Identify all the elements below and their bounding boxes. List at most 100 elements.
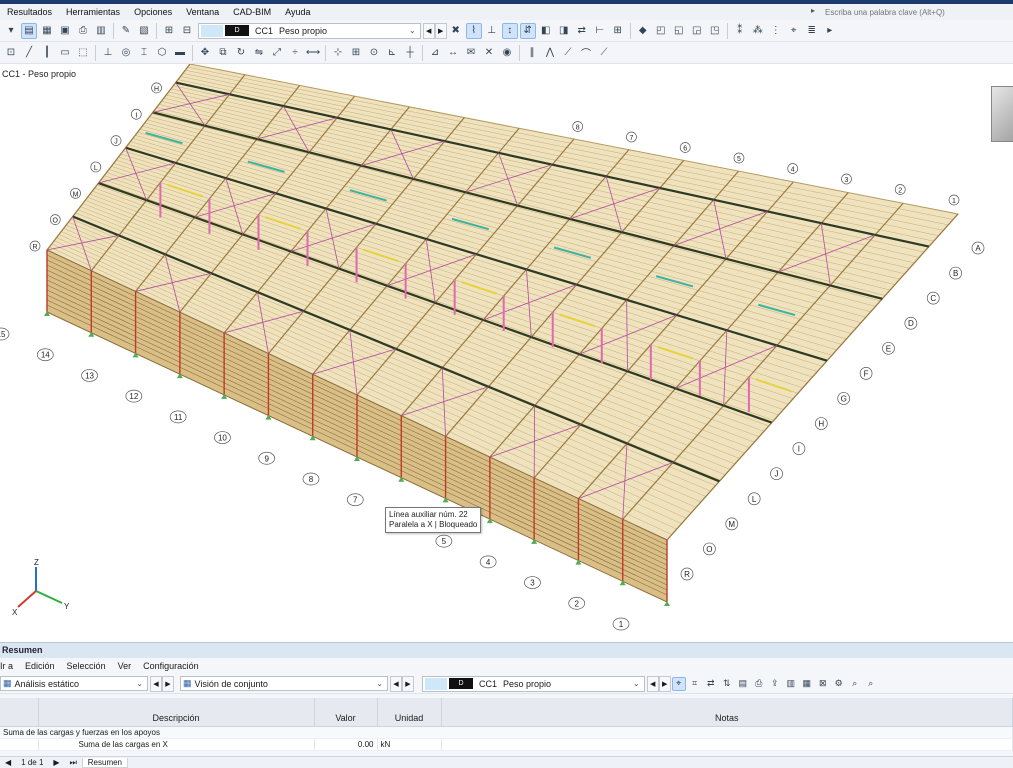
table-view-icon[interactable]: ▤ [736,677,750,691]
panel-menu-edit[interactable]: Edición [19,661,61,671]
ortho-icon[interactable]: ⊾ [384,45,400,61]
delete-icon[interactable]: ✕ [481,45,497,61]
load-wizard-icon[interactable]: ⊞ [161,23,177,39]
chevron-down-icon[interactable]: ⌄ [405,26,420,35]
results-icon[interactable]: ✖ [448,23,464,39]
top-view-icon[interactable]: ◳ [707,23,723,39]
object-snap-icon[interactable]: ⊙ [366,45,382,61]
col-header-unit[interactable]: Unidad [377,698,442,727]
col-header-description[interactable]: Descripción [38,698,315,727]
solid-tool-icon[interactable]: ⬚ [75,45,91,61]
section-tool-icon[interactable]: ⌶ [136,45,152,61]
column-icon[interactable]: ∥ [524,45,540,61]
prev-view-button[interactable]: ◀ [390,675,402,692]
first-page-icon[interactable]: ◀ [0,758,16,767]
last-page-icon[interactable]: ⏭ [65,758,82,768]
brace-icon[interactable]: ⋀ [542,45,558,61]
units-icon[interactable]: ⌕ [848,677,862,691]
measure-icon[interactable]: ⊿ [427,45,443,61]
view-mode-1-button[interactable]: ▤ [21,22,37,39]
menu-tools[interactable]: Herramientas [59,7,127,17]
view-select[interactable]: ▦ Visión de conjunto ⌄ [180,676,388,691]
col-header-notes[interactable]: Notas [441,698,1013,727]
pick-icon[interactable]: ⌗ [688,677,702,691]
node-tool-icon[interactable]: ⊡ [3,45,19,61]
copy-icon[interactable]: ⧉ [215,45,231,61]
load-table-icon[interactable]: ⊟ [179,23,195,39]
dimension-icon[interactable]: ↔ [445,45,461,61]
chevron-down-icon[interactable]: ⌄ [132,679,147,688]
table-icon[interactable]: ▥ [93,23,109,39]
rotate-icon[interactable]: ↻ [233,45,249,61]
columns-icon[interactable]: ▦ [800,677,814,691]
camera-icon[interactable]: ⌖ [786,23,802,39]
print-icon[interactable]: ⎙ [752,677,766,691]
comment-icon[interactable]: ✉ [463,45,479,61]
numbers-icon[interactable]: ⇵ [519,22,536,39]
chevron-down-icon[interactable]: ⌄ [629,679,644,688]
panel-menu-selection[interactable]: Selección [61,661,112,671]
load-case-selector[interactable]: D CC1 Peso propio ⌄ [198,22,421,39]
analysis-type-select[interactable]: ▦ Análisis estático ⌄ [0,676,148,691]
surface-numbering-icon[interactable]: ⋮ [768,23,784,39]
search-input[interactable] [815,5,1005,19]
edit-icon[interactable]: ✎ [118,23,134,39]
node-numbering-icon[interactable]: ⁑ [732,23,748,39]
table-group-row[interactable]: Suma de las cargas y fuerzas en los apoy… [0,726,1013,739]
line-tool-icon[interactable]: ╱ [21,45,37,61]
search-icon[interactable]: ⌕ [864,677,878,691]
dropdown-arrow-icon[interactable]: ▾ [3,23,19,39]
move-icon[interactable]: ✥ [197,45,213,61]
prev-load-case-button[interactable]: ◀ [422,22,435,39]
next-button[interactable]: ▶ [162,675,174,692]
material-tool-icon[interactable]: ⬡ [154,45,170,61]
member-numbering-icon[interactable]: ⁂ [750,23,766,39]
menu-window[interactable]: Ventana [179,7,226,17]
diagonal-icon[interactable]: ⟋ [560,45,576,61]
surface-tool-icon[interactable]: ▭ [57,45,73,61]
next-load-case-button[interactable]: ▶ [658,675,671,692]
polyline-icon[interactable]: ⟋ [596,45,612,61]
select-in-model-icon[interactable]: ⌖ [671,676,686,691]
panel-menu-view[interactable]: Ver [112,661,138,671]
export-icon[interactable]: ⇪ [768,677,782,691]
mirror-icon[interactable]: ⇋ [251,45,267,61]
panel-load-case-selector[interactable]: D CC1 Peso propio ⌄ [422,675,645,692]
extend-icon[interactable]: ⟷ [305,45,321,61]
guide-line-icon[interactable]: ┼ [402,45,418,61]
chart-icon[interactable]: ▥ [784,677,798,691]
thickness-tool-icon[interactable]: ▬ [172,45,188,61]
divide-icon[interactable]: ÷ [287,45,303,61]
snap-icon[interactable]: ⊹ [330,45,346,61]
next-load-case-button[interactable]: ▶ [434,22,447,39]
menu-help[interactable]: Ayuda [278,7,317,17]
arc-icon[interactable]: ⌒ [578,45,594,61]
prev-load-case-button[interactable]: ◀ [646,675,659,692]
values-icon[interactable]: ↕ [501,22,518,39]
visibility-icon[interactable]: ◉ [499,45,515,61]
member-icon[interactable]: ⊢ [592,23,608,39]
deformation-icon[interactable]: ⌇ [465,22,482,39]
support-tool-icon[interactable]: ⊥ [100,45,116,61]
next-view-button[interactable]: ▶ [402,675,414,692]
chevron-down-icon[interactable]: ⌄ [372,679,387,688]
scale-icon[interactable]: ⤢ [269,45,285,61]
filter-icon[interactable]: ⇄ [574,23,590,39]
grid-snap-icon[interactable]: ⊞ [348,45,364,61]
next-page-icon[interactable]: ▶ [48,758,64,767]
report-icon[interactable]: ▧ [136,23,152,39]
section-icon[interactable]: ◨ [556,23,572,39]
solid-icon[interactable]: ◧ [538,23,554,39]
sort-icon[interactable]: ⇅ [720,677,734,691]
member-tool-icon[interactable]: ┃ [39,45,55,61]
col-header-value[interactable]: Valor [314,698,378,727]
grid-icon[interactable]: ⊞ [610,23,626,39]
filter-icon[interactable]: ⇄ [704,677,718,691]
table-row[interactable]: Suma de las cargas en X 0.00 kN [0,738,1013,751]
side-view-icon[interactable]: ◲ [689,23,705,39]
menu-results[interactable]: Resultados [0,7,59,17]
front-view-icon[interactable]: ◱ [671,23,687,39]
menu-cad-bim[interactable]: CAD-BIM [226,7,278,17]
menu-options[interactable]: Opciones [127,7,179,17]
navigation-cube[interactable] [991,86,1013,142]
